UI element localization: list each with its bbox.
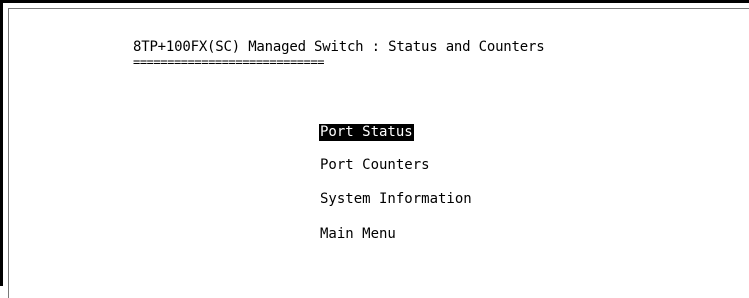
menu-item-port-counters[interactable]: Port Counters bbox=[319, 157, 431, 174]
menu-item-main-menu[interactable]: Main Menu bbox=[319, 226, 397, 243]
screen-title: 8TP+100FX(SC) Managed Switch : Status an… bbox=[133, 39, 545, 55]
terminal-window: 8TP+100FX(SC) Managed Switch : Status an… bbox=[0, 0, 749, 298]
title-underline: ============================ bbox=[133, 56, 325, 69]
menu-item-system-information[interactable]: System Information bbox=[319, 191, 473, 208]
menu-item-port-status[interactable]: Port Status bbox=[319, 124, 414, 141]
